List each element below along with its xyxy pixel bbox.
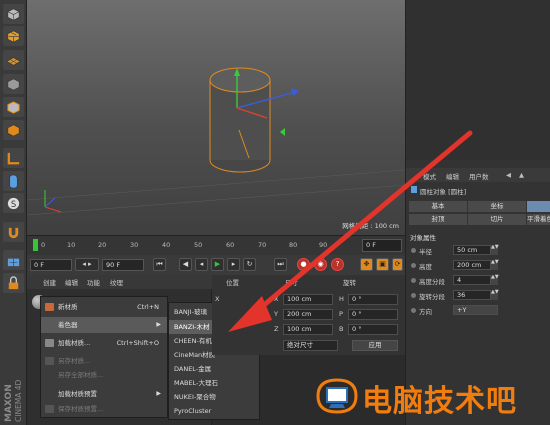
watermark: 电脑技术吧 xyxy=(312,372,548,420)
watermark-text: 电脑技术吧 xyxy=(362,384,517,419)
watermark-logo-icon xyxy=(316,378,358,414)
annotation-arrow xyxy=(228,130,473,332)
